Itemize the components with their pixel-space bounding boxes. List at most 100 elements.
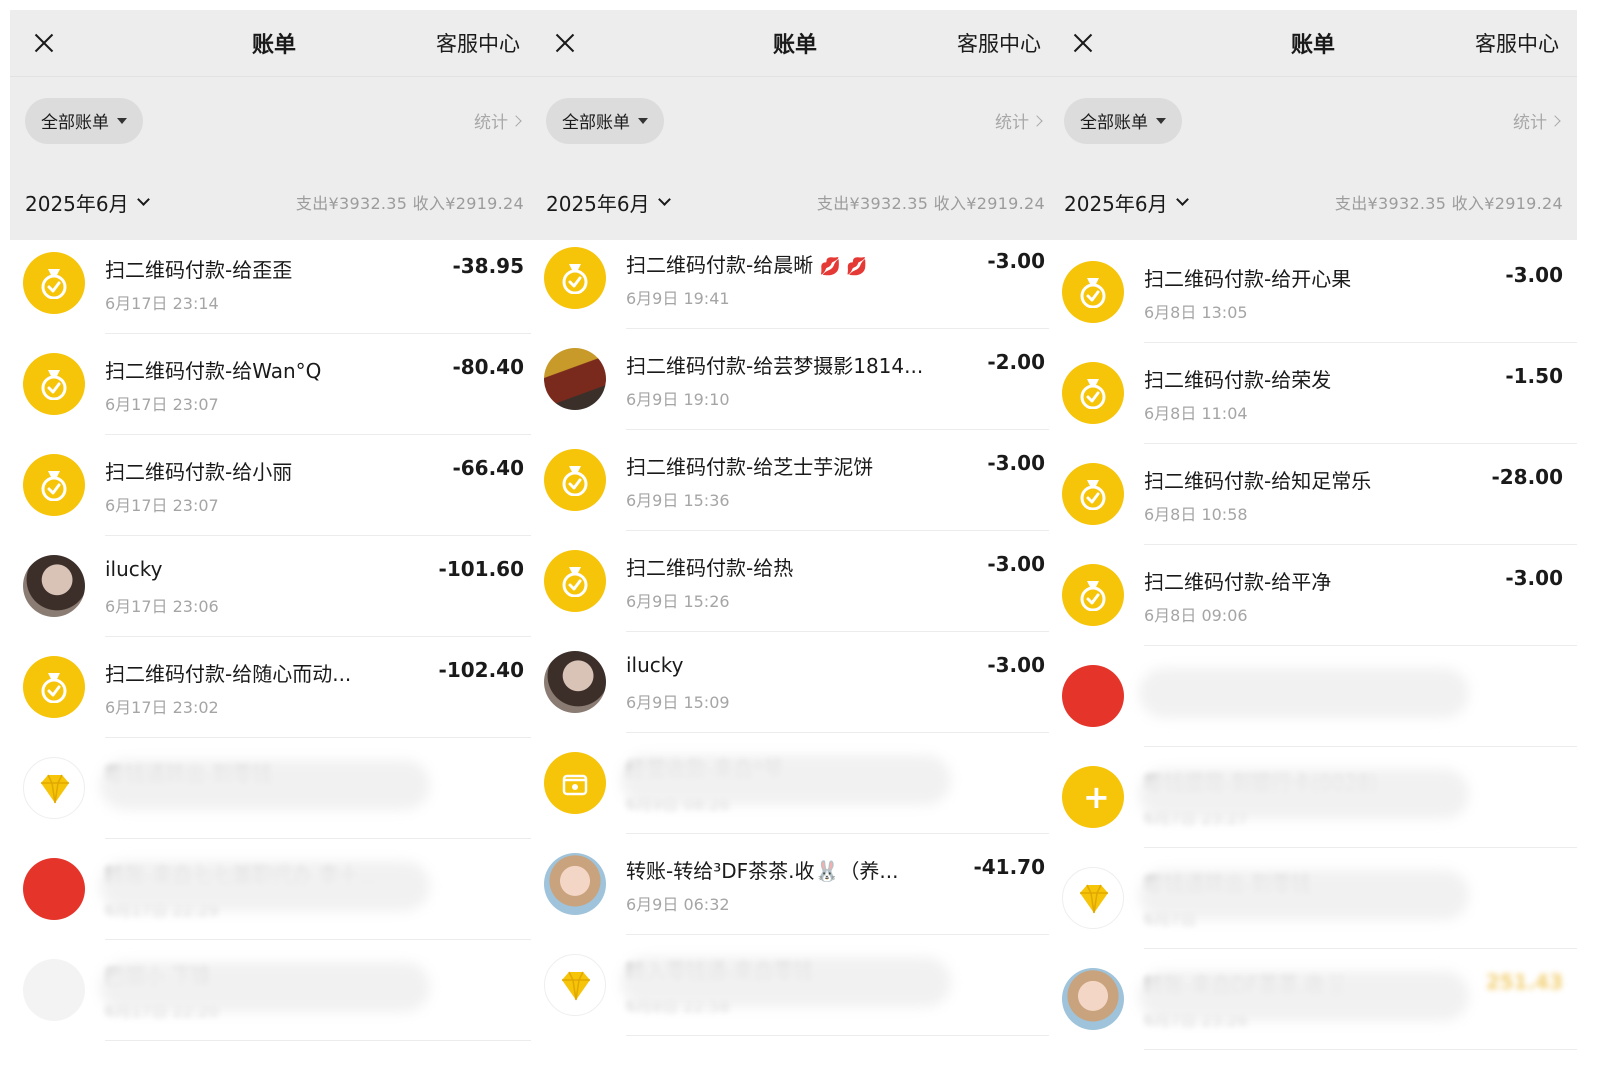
close-icon[interactable] xyxy=(551,29,579,57)
diamond-icon xyxy=(23,757,85,819)
transaction-amount: -3.00 xyxy=(1505,566,1563,590)
transaction-row[interactable]: 扫二维码付款-给芸梦摄影1814... 6月9日 19:10 -2.00 xyxy=(531,329,1059,430)
filter-bar: 全部账单 统计 xyxy=(1049,76,1577,164)
month-label: 2025年6月 xyxy=(25,191,129,216)
transaction-row[interactable]: 扫二维码付款-给热 6月9日 15:26 -3.00 xyxy=(531,531,1059,632)
cartoon-avatar xyxy=(1062,968,1124,1030)
screenshot-collage: 账单 客服中心 全部账单 统计 2025年6月 支出¥3932.35 收入¥2919.24… xyxy=(0,0,1621,1080)
transaction-name-text: 转账-转给³DF茶茶.收🐰（养... xyxy=(626,859,899,883)
transaction-name: 扫二维码付款-给芸梦摄影1814... xyxy=(626,350,923,379)
transaction-row[interactable]: 扫二维码付款-给荣发 6月8日 11:04 -1.50 xyxy=(1049,343,1577,444)
transaction-row[interactable]: 扫二维码付款-给开心果 6月8日 13:05 -3.00 xyxy=(1049,242,1577,343)
top-bar: 账单 客服中心 xyxy=(10,10,538,76)
transaction-name: 扫二维码付款-给Wan°Q xyxy=(105,355,321,384)
stats-label: 统计 xyxy=(995,113,1029,133)
customer-service-link[interactable]: 客服中心 xyxy=(436,28,520,58)
transaction-time: 6月8日 10:58 xyxy=(1144,505,1248,524)
privacy-smear xyxy=(621,957,951,1007)
transaction-name-text: ilucky xyxy=(105,557,163,581)
all-bills-dropdown[interactable]: 全部账单 xyxy=(25,97,143,144)
stats-link[interactable]: 统计 xyxy=(474,108,522,133)
transaction-row[interactable]: 扫二维码付款-给小丽 6月17日 23:07 -66.40 xyxy=(10,435,538,536)
all-bills-dropdown[interactable]: 全部账单 xyxy=(1064,97,1182,144)
privacy-smear xyxy=(1139,870,1469,920)
chevron-right-icon xyxy=(1549,114,1561,127)
transaction-name-text: 扫二维码付款-给Wan°Q xyxy=(105,359,322,383)
filter-label: 全部账单 xyxy=(41,113,109,133)
customer-service-link[interactable]: 客服中心 xyxy=(1475,28,1559,58)
transaction-name-text: 扫二维码付款-给芸梦摄影1814... xyxy=(626,354,924,378)
transaction-row[interactable]: 扫二维码付款-给芝士芋泥饼 6月9日 15:36 -3.00 xyxy=(531,430,1059,531)
chevron-down-icon xyxy=(136,193,150,206)
transaction-name: 扫二维码付款-给热 xyxy=(626,552,793,581)
month-selector[interactable]: 2025年6月 xyxy=(25,188,150,217)
month-summary: 支出¥3932.35 收入¥2919.24 xyxy=(816,194,1045,213)
transaction-name: 扫二维码付款-给知足常乐 xyxy=(1144,465,1371,494)
caret-down-icon xyxy=(638,117,648,124)
transaction-amount: -102.40 xyxy=(438,658,524,682)
user-avatar xyxy=(23,555,85,617)
filter-bar: 全部账单 统计 xyxy=(10,76,538,164)
month-selector[interactable]: 2025年6月 xyxy=(1064,188,1189,217)
transaction-amount: -3.00 xyxy=(987,552,1045,576)
chevron-down-icon xyxy=(657,193,671,206)
month-selector[interactable]: 2025年6月 xyxy=(546,188,671,217)
transaction-row[interactable]: ilucky 6月17日 23:06 -101.60 xyxy=(10,536,538,637)
money-bag-icon xyxy=(544,247,606,309)
bill-panel-3: 账单 客服中心全部账单 统计 2025年6月 支出¥3932.35 收入¥2919.24… xyxy=(1049,10,1577,1080)
row-divider xyxy=(105,1040,538,1041)
transaction-amount: -28.00 xyxy=(1491,465,1563,489)
transaction-name: 扫二维码付款-给荣发 xyxy=(1144,364,1331,393)
transaction-name: 扫二维码付款-给平净 xyxy=(1144,566,1331,595)
money-bag-icon xyxy=(1062,362,1124,424)
transaction-amount: -41.70 xyxy=(973,855,1045,879)
caret-down-icon xyxy=(1156,117,1166,124)
transaction-name-text: 扫二维码付款-给歪歪 xyxy=(105,258,293,282)
transaction-name-text: 扫二维码付款-给芝士芋泥饼 xyxy=(626,455,874,479)
transaction-amount: -101.60 xyxy=(438,557,524,581)
transaction-name-text: 扫二维码付款-给晨晰 xyxy=(626,253,814,277)
transaction-row[interactable]: 扫二维码付款-给平净 6月8日 09:06 -3.00 xyxy=(1049,545,1577,646)
money-bag-icon xyxy=(1062,564,1124,626)
transaction-amount: -38.95 xyxy=(452,254,524,278)
month-summary: 支出¥3932.35 收入¥2919.24 xyxy=(1334,194,1563,213)
month-label: 2025年6月 xyxy=(546,191,650,216)
transaction-name: 扫二维码付款-给随心而动... xyxy=(105,658,351,687)
transaction-amount: -66.40 xyxy=(452,456,524,480)
top-bar: 账单 客服中心 xyxy=(531,10,1059,76)
transaction-name: ilucky xyxy=(105,557,163,581)
transaction-row[interactable]: 扫二维码付款-给晨晰 💋 💋 6月9日 19:41 -3.00 xyxy=(531,228,1059,329)
month-label: 2025年6月 xyxy=(1064,191,1168,216)
transaction-row[interactable]: 扫二维码付款-给知足常乐 6月8日 10:58 -28.00 xyxy=(1049,444,1577,545)
transaction-row[interactable]: 扫二维码付款-给随心而动... 6月17日 23:02 -102.40 xyxy=(10,637,538,738)
transaction-time: 6月9日 19:10 xyxy=(626,390,730,409)
white-avatar xyxy=(23,959,85,1021)
close-icon[interactable] xyxy=(30,29,58,57)
transaction-row[interactable]: 转账-转给³DF茶茶.收🐰（养... 6月9日 06:32 -41.70 xyxy=(531,834,1059,935)
month-bar: 2025年6月 支出¥3932.35 收入¥2919.24 xyxy=(1049,164,1577,240)
shop-icon xyxy=(544,752,606,814)
all-bills-dropdown[interactable]: 全部账单 xyxy=(546,97,664,144)
transaction-row[interactable]: 扫二维码付款-给Wan°Q 6月17日 23:07 -80.40 xyxy=(10,334,538,435)
customer-service-link[interactable]: 客服中心 xyxy=(957,28,1041,58)
close-icon[interactable] xyxy=(1069,29,1097,57)
privacy-smear xyxy=(621,755,951,805)
transaction-amount: 251.43 xyxy=(1485,970,1563,994)
money-bag-icon xyxy=(1062,261,1124,323)
stats-link[interactable]: 统计 xyxy=(1513,108,1561,133)
transaction-name-text: 扫二维码付款-给小丽 xyxy=(105,460,293,484)
stats-link[interactable]: 统计 xyxy=(995,108,1043,133)
transaction-name-text: 扫二维码付款-给开心果 xyxy=(1144,267,1352,291)
transaction-time: 6月17日 23:07 xyxy=(105,395,219,414)
transaction-name-text: 扫二维码付款-给平净 xyxy=(1144,570,1332,594)
transaction-amount: -2.00 xyxy=(987,350,1045,374)
transaction-row[interactable]: 扫二维码付款-给歪歪 6月17日 23:14 -38.95 xyxy=(10,233,538,334)
top-bar: 账单 客服中心 xyxy=(1049,10,1577,76)
money-bag-icon xyxy=(544,550,606,612)
transaction-time: 6月9日 15:26 xyxy=(626,592,730,611)
page-title: 账单 xyxy=(1290,33,1336,58)
transaction-amount: -3.00 xyxy=(987,249,1045,273)
transaction-time: 6月9日 06:32 xyxy=(626,895,730,914)
transaction-row[interactable]: ilucky 6月9日 15:09 -3.00 xyxy=(531,632,1059,733)
transaction-name: 转账-转给³DF茶茶.收🐰（养... xyxy=(626,855,898,884)
